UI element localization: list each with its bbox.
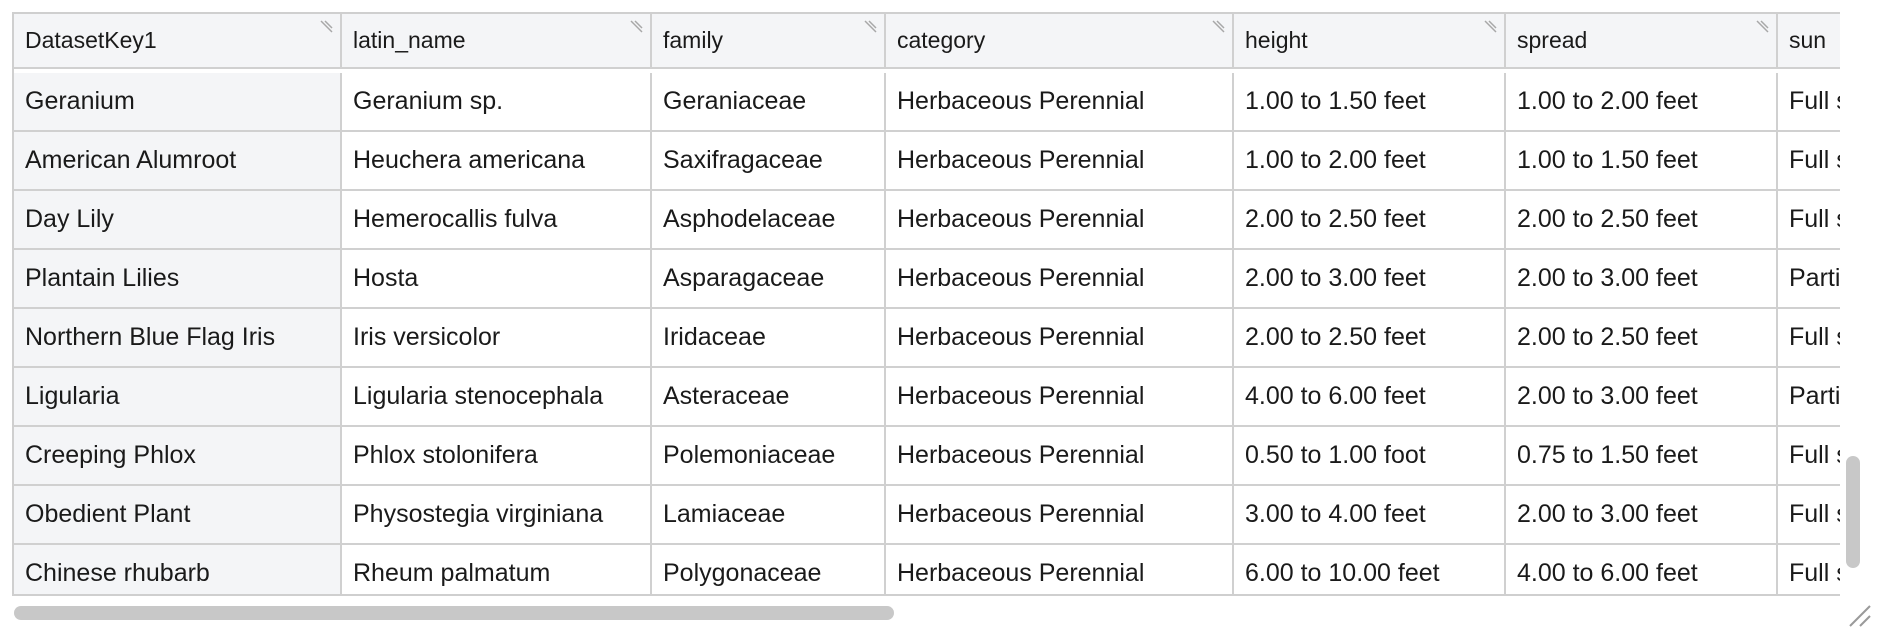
table-cell[interactable]: 1.00 to 2.00 feet [1506, 73, 1778, 132]
table-cell[interactable]: 1.00 to 1.50 feet [1506, 132, 1778, 191]
table-cell[interactable]: Ligularia stenocephala [342, 368, 652, 427]
table-cell[interactable]: 2.00 to 2.50 feet [1234, 191, 1506, 250]
vertical-scrollbar[interactable] [1840, 12, 1870, 596]
column-header-label: height [1245, 27, 1308, 53]
column-resize-grip-icon[interactable] [315, 18, 335, 38]
table-cell[interactable]: Iridaceae [652, 309, 886, 368]
column-resize-grip-icon[interactable] [859, 18, 879, 38]
table-cell[interactable]: 2.00 to 3.00 feet [1234, 250, 1506, 309]
row-key-cell[interactable]: Creeping Phlox [14, 427, 342, 486]
column-header-label: latin_name [353, 27, 466, 53]
table-cell[interactable]: Full s [1778, 191, 1840, 250]
table-cell[interactable]: Hosta [342, 250, 652, 309]
table-cell[interactable]: Asteraceae [652, 368, 886, 427]
panel-resize-grip-icon[interactable] [1844, 600, 1874, 630]
table-cell[interactable]: Herbaceous Perennial [886, 427, 1234, 486]
table-cell[interactable]: 2.00 to 2.50 feet [1506, 191, 1778, 250]
column-header-height[interactable]: height [1234, 14, 1506, 69]
column-resize-grip-icon[interactable] [625, 18, 645, 38]
row-key-cell[interactable]: Day Lily [14, 191, 342, 250]
table-cell[interactable]: Parti [1778, 368, 1840, 427]
table-cell[interactable]: 2.00 to 2.50 feet [1234, 309, 1506, 368]
table-cell[interactable]: 0.50 to 1.00 foot [1234, 427, 1506, 486]
row-key-cell[interactable]: American Alumroot [14, 132, 342, 191]
table-cell[interactable]: Saxifragaceae [652, 132, 886, 191]
column-resize-grip-icon[interactable] [1751, 18, 1771, 38]
table-cell[interactable]: Full s [1778, 545, 1840, 594]
table-cell[interactable]: Full s [1778, 132, 1840, 191]
table-cell[interactable]: Geraniaceae [652, 73, 886, 132]
column-header-label: category [897, 27, 986, 53]
column-header-sun[interactable]: sun [1778, 14, 1840, 69]
table-cell[interactable]: Hemerocallis fulva [342, 191, 652, 250]
table-cell[interactable]: Herbaceous Perennial [886, 309, 1234, 368]
table-cell[interactable]: 2.00 to 2.50 feet [1506, 309, 1778, 368]
row-key-cell[interactable]: Ligularia [14, 368, 342, 427]
table-cell[interactable]: Polemoniaceae [652, 427, 886, 486]
table-cell[interactable]: Asparagaceae [652, 250, 886, 309]
table-cell[interactable]: Full s [1778, 486, 1840, 545]
table-cell[interactable]: Rheum palmatum [342, 545, 652, 594]
column-header-label: family [663, 27, 724, 53]
column-header-family[interactable]: family [652, 14, 886, 69]
row-key-cell[interactable]: Geranium [14, 73, 342, 132]
column-header-label: DatasetKey1 [25, 27, 157, 53]
table-cell[interactable]: 2.00 to 3.00 feet [1506, 486, 1778, 545]
row-key-cell[interactable]: Obedient Plant [14, 486, 342, 545]
table-cell[interactable]: Herbaceous Perennial [886, 545, 1234, 594]
table-cell[interactable]: Herbaceous Perennial [886, 250, 1234, 309]
table-cell[interactable]: Iris versicolor [342, 309, 652, 368]
table-cell[interactable]: Herbaceous Perennial [886, 73, 1234, 132]
table-cell[interactable]: 6.00 to 10.00 feet [1234, 545, 1506, 594]
table-cell[interactable]: Parti [1778, 250, 1840, 309]
table-cell[interactable]: 2.00 to 3.00 feet [1506, 250, 1778, 309]
table-cell[interactable]: Heuchera americana [342, 132, 652, 191]
table-cell[interactable]: 2.00 to 3.00 feet [1506, 368, 1778, 427]
table-cell[interactable]: 1.00 to 2.00 feet [1234, 132, 1506, 191]
table-cell[interactable]: 4.00 to 6.00 feet [1506, 545, 1778, 594]
table-cell[interactable]: Full s [1778, 73, 1840, 132]
table-cell[interactable]: Geranium sp. [342, 73, 652, 132]
table-cell[interactable]: Herbaceous Perennial [886, 191, 1234, 250]
column-resize-grip-icon[interactable] [1207, 18, 1227, 38]
column-header-datasetkey1[interactable]: DatasetKey1 [14, 14, 342, 69]
row-key-cell[interactable]: Chinese rhubarb [14, 545, 342, 594]
table-cell[interactable]: 1.00 to 1.50 feet [1234, 73, 1506, 132]
vertical-scrollbar-thumb[interactable] [1846, 456, 1860, 568]
table-cell[interactable]: Herbaceous Perennial [886, 486, 1234, 545]
table-cell[interactable]: Polygonaceae [652, 545, 886, 594]
table-cell[interactable]: Full s [1778, 309, 1840, 368]
column-header-spread[interactable]: spread [1506, 14, 1778, 69]
table-cell[interactable]: Full s [1778, 427, 1840, 486]
column-header-latin-name[interactable]: latin_name [342, 14, 652, 69]
horizontal-scrollbar-thumb[interactable] [14, 606, 894, 620]
table-cell[interactable]: Physostegia virginiana [342, 486, 652, 545]
column-header-label: sun [1789, 27, 1827, 53]
row-key-cell[interactable]: Plantain Lilies [14, 250, 342, 309]
table-cell[interactable]: 0.75 to 1.50 feet [1506, 427, 1778, 486]
table-cell[interactable]: Herbaceous Perennial [886, 368, 1234, 427]
table-cell[interactable]: Herbaceous Perennial [886, 132, 1234, 191]
table-cell[interactable]: Lamiaceae [652, 486, 886, 545]
data-grid-body: DatasetKey1 latin_name family category heigh… [14, 14, 1840, 594]
column-header-label: spread [1517, 27, 1588, 53]
table-cell[interactable]: Asphodelaceae [652, 191, 886, 250]
row-key-cell[interactable]: Northern Blue Flag Iris [14, 309, 342, 368]
column-header-category[interactable]: category [886, 14, 1234, 69]
table-cell[interactable]: Phlox stolonifera [342, 427, 652, 486]
data-grid: DatasetKey1 latin_name family category heigh… [12, 12, 1840, 596]
horizontal-scrollbar[interactable] [12, 598, 1840, 628]
table-cell[interactable]: 4.00 to 6.00 feet [1234, 368, 1506, 427]
table-cell[interactable]: 3.00 to 4.00 feet [1234, 486, 1506, 545]
column-resize-grip-icon[interactable] [1479, 18, 1499, 38]
